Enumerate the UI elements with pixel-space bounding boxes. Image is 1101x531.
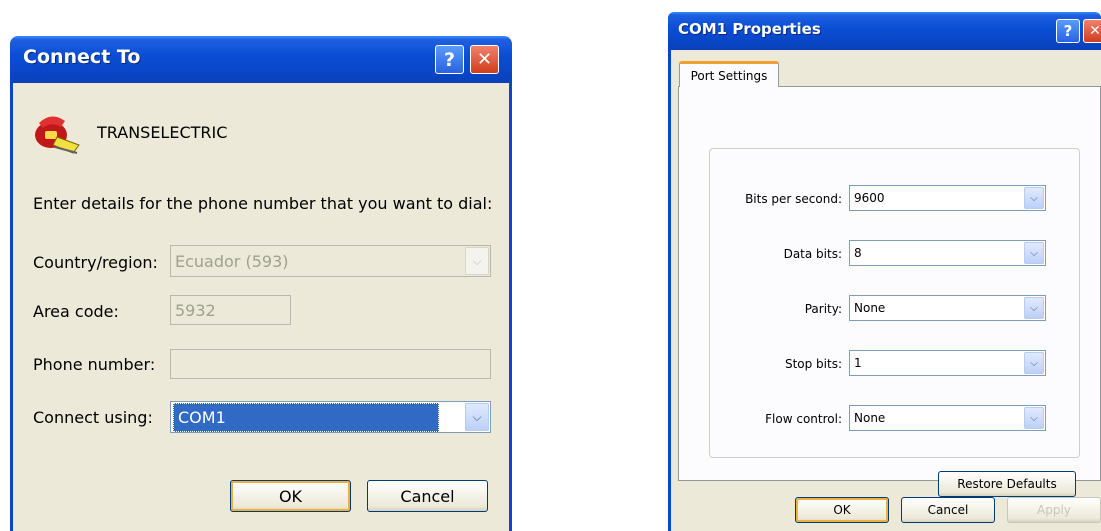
chevron-down-icon[interactable]: ⌵ — [1024, 187, 1044, 209]
chevron-down-icon: ⌵ — [465, 247, 489, 275]
restore-defaults-button[interactable]: Restore Defaults — [938, 471, 1076, 497]
cancel-button[interactable]: Cancel — [901, 497, 995, 523]
parity-label: Parity: — [804, 302, 842, 316]
phone-number-label: Phone number: — [33, 355, 156, 374]
com1-properties-dialog: COM1 Properties ? ✕ Port Settings Bits p… — [668, 12, 1101, 531]
dialog-title: Connect To — [23, 46, 141, 68]
stop-bits-select[interactable]: 1 ⌵ — [849, 350, 1046, 376]
country-select[interactable]: Ecuador (593) ⌵ — [170, 245, 491, 277]
area-code-field[interactable]: 5932 — [170, 295, 291, 325]
connect-using-select[interactable]: COM1 ⌵ — [170, 401, 491, 433]
flow-control-select[interactable]: None ⌵ — [849, 405, 1046, 431]
chevron-down-icon[interactable]: ⌵ — [1024, 297, 1044, 319]
close-icon: ✕ — [476, 49, 493, 70]
close-button[interactable]: ✕ — [1083, 19, 1101, 43]
country-label: Country/region: — [33, 253, 158, 272]
chevron-down-icon[interactable]: ⌵ — [1024, 242, 1044, 264]
connect-to-dialog: Connect To ? ✕ TRANSELECTRIC Enter detai… — [10, 36, 512, 531]
dialog-body: Port Settings Bits per second: 9600 ⌵ Da… — [671, 50, 1101, 531]
help-button[interactable]: ? — [1056, 19, 1080, 43]
window-border — [509, 83, 512, 531]
dialog-body: TRANSELECTRIC Enter details for the phon… — [13, 83, 509, 531]
stop-bits-label: Stop bits: — [784, 357, 842, 371]
area-code-label: Area code: — [33, 302, 119, 321]
apply-button[interactable]: Apply — [1007, 497, 1101, 523]
flow-control-label: Flow control: — [765, 412, 842, 426]
phone-icon — [35, 116, 80, 154]
data-bits-label: Data bits: — [783, 247, 842, 261]
title-bar[interactable]: COM1 Properties ? ✕ — [668, 12, 1101, 50]
chevron-down-icon[interactable]: ⌵ — [1024, 352, 1044, 374]
connection-name: TRANSELECTRIC — [97, 123, 228, 142]
parity-select[interactable]: None ⌵ — [849, 295, 1046, 321]
cancel-button[interactable]: Cancel — [367, 480, 488, 512]
bits-per-second-label: Bits per second: — [745, 192, 842, 206]
phone-number-field[interactable] — [170, 349, 491, 379]
tab-port-settings[interactable]: Port Settings — [679, 61, 779, 87]
dialog-title: COM1 Properties — [678, 20, 821, 38]
close-button[interactable]: ✕ — [470, 45, 499, 74]
tab-panel: Bits per second: 9600 ⌵ Data bits: 8 ⌵ P… — [678, 86, 1101, 497]
ok-button[interactable]: OK — [795, 497, 889, 523]
instructions-text: Enter details for the phone number that … — [33, 194, 493, 213]
data-bits-select[interactable]: 8 ⌵ — [849, 240, 1046, 266]
close-icon: ✕ — [1089, 23, 1101, 39]
title-bar[interactable]: Connect To ? ✕ — [10, 36, 512, 83]
chevron-down-icon[interactable]: ⌵ — [465, 403, 489, 431]
chevron-down-icon[interactable]: ⌵ — [1024, 407, 1044, 429]
bits-per-second-select[interactable]: 9600 ⌵ — [849, 185, 1046, 211]
connect-using-label: Connect using: — [33, 408, 153, 427]
help-button[interactable]: ? — [435, 45, 464, 74]
ok-button[interactable]: OK — [230, 480, 351, 512]
